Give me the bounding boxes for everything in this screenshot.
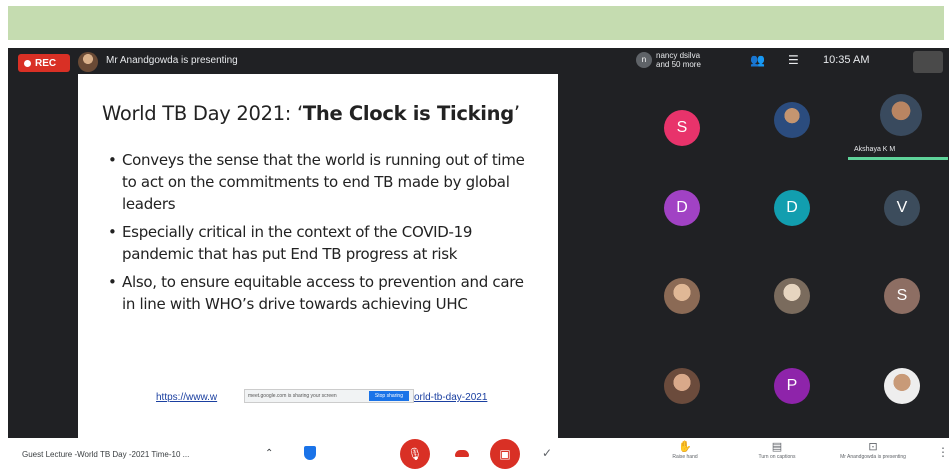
recording-badge: REC (18, 54, 70, 72)
present-icon: ⊡ (868, 441, 878, 453)
participant-initial: V (896, 199, 908, 216)
chat-icon[interactable]: ☰ (788, 53, 799, 67)
others-avatar: n (636, 52, 652, 68)
participant-tile-1: S (664, 110, 700, 146)
participant-photo (880, 94, 922, 136)
participant-initial: S (676, 119, 688, 136)
presenter-avatar (78, 52, 98, 72)
mic-off-button[interactable]: 🎙 (400, 439, 430, 469)
raise-hand-label: Raise hand (672, 454, 698, 460)
participant-photo (664, 278, 700, 314)
top-banner (8, 6, 944, 40)
others-line-2: and 50 more (656, 60, 701, 69)
record-dot-icon (24, 59, 31, 67)
presenting-label: Mr Anandgowda is presenting (840, 454, 906, 460)
others-count[interactable]: nancy dsilva and 50 more (656, 51, 701, 69)
participant-initial: D (786, 199, 798, 216)
presenting-button[interactable]: ⊡ Mr Anandgowda is presenting (838, 441, 908, 460)
participant-initial: S (896, 287, 908, 304)
participant-tile-4: V (884, 190, 920, 226)
participant-photo (774, 278, 810, 314)
slide-bullet: Conveys the sense that the world is runn… (108, 149, 538, 215)
self-view-thumbnail[interactable] (913, 51, 943, 73)
screen-share-notice: meet.google.com is sharing your screen S… (244, 389, 414, 403)
check-icon[interactable]: ✓ (542, 446, 552, 460)
chevron-up-icon[interactable]: ⌃ (265, 448, 273, 459)
slide-title: World TB Day 2021: ‘The Clock is Ticking… (102, 102, 520, 125)
camera-off-icon: ▣ (499, 447, 511, 461)
slide-title-bold: The Clock is Ticking (302, 102, 514, 125)
participant-initial: D (676, 199, 688, 216)
presenting-text: Mr Anandgowda is presenting (106, 55, 238, 66)
slide-title-prefix: World TB Day 2021: ‘ (102, 102, 303, 125)
participant-tile-5: S (884, 278, 920, 314)
participant-photo (774, 102, 810, 138)
others-line-1: nancy dsilva (656, 51, 701, 60)
recording-label: REC (35, 57, 57, 69)
captions-label: Turn on captions (758, 454, 796, 460)
more-options-icon[interactable]: ⋮ (937, 445, 949, 459)
shared-slide: World TB Day 2021: ‘The Clock is Ticking… (78, 74, 558, 438)
hand-icon: ✋ (678, 441, 692, 453)
slide-link-start[interactable]: https://www.w (156, 392, 217, 403)
share-notice-text: meet.google.com is sharing your screen (248, 393, 337, 399)
slide-bullets: Conveys the sense that the world is runn… (108, 149, 538, 321)
participant-tile-3: D (774, 190, 810, 226)
slide-bullet: Especially critical in the context of th… (108, 221, 538, 265)
raise-hand-button[interactable]: ✋ Raise hand (650, 441, 720, 460)
stop-sharing-button[interactable]: Stop sharing (368, 391, 409, 401)
mic-off-icon: 🎙 (407, 447, 423, 461)
meeting-name[interactable]: Guest Lecture -World TB Day -2021 Time-1… (22, 450, 189, 459)
participant-initial: P (786, 377, 798, 394)
shield-icon[interactable] (304, 446, 316, 460)
participant-photo (884, 368, 920, 404)
slide-title-suffix: ’ (513, 102, 520, 125)
slide-link-end[interactable]: orld-tb-day-2021 (414, 392, 487, 403)
participants-header: n nancy dsilva and 50 more 👥 ☰ 10:35 AM (628, 48, 949, 74)
captions-button[interactable]: ▤ Turn on captions (742, 441, 812, 460)
clock-time: 10:35 AM (823, 54, 870, 66)
slide-bullet: Also, to ensure equitable access to prev… (108, 271, 538, 315)
hang-up-button[interactable] (455, 450, 469, 457)
participant-tile-6: P (774, 368, 810, 404)
participant-tile-2: D (664, 190, 700, 226)
active-speaker-indicator (848, 157, 948, 160)
meeting-controls-bar: Guest Lecture -World TB Day -2021 Time-1… (0, 438, 949, 471)
meet-window: REC Mr Anandgowda is presenting World TB… (8, 48, 949, 438)
captions-icon: ▤ (771, 441, 783, 453)
active-speaker-name: Akshaya K M (854, 146, 896, 153)
camera-off-button[interactable]: ▣ (490, 439, 520, 469)
people-icon[interactable]: 👥 (750, 53, 765, 67)
participant-photo (664, 368, 700, 404)
